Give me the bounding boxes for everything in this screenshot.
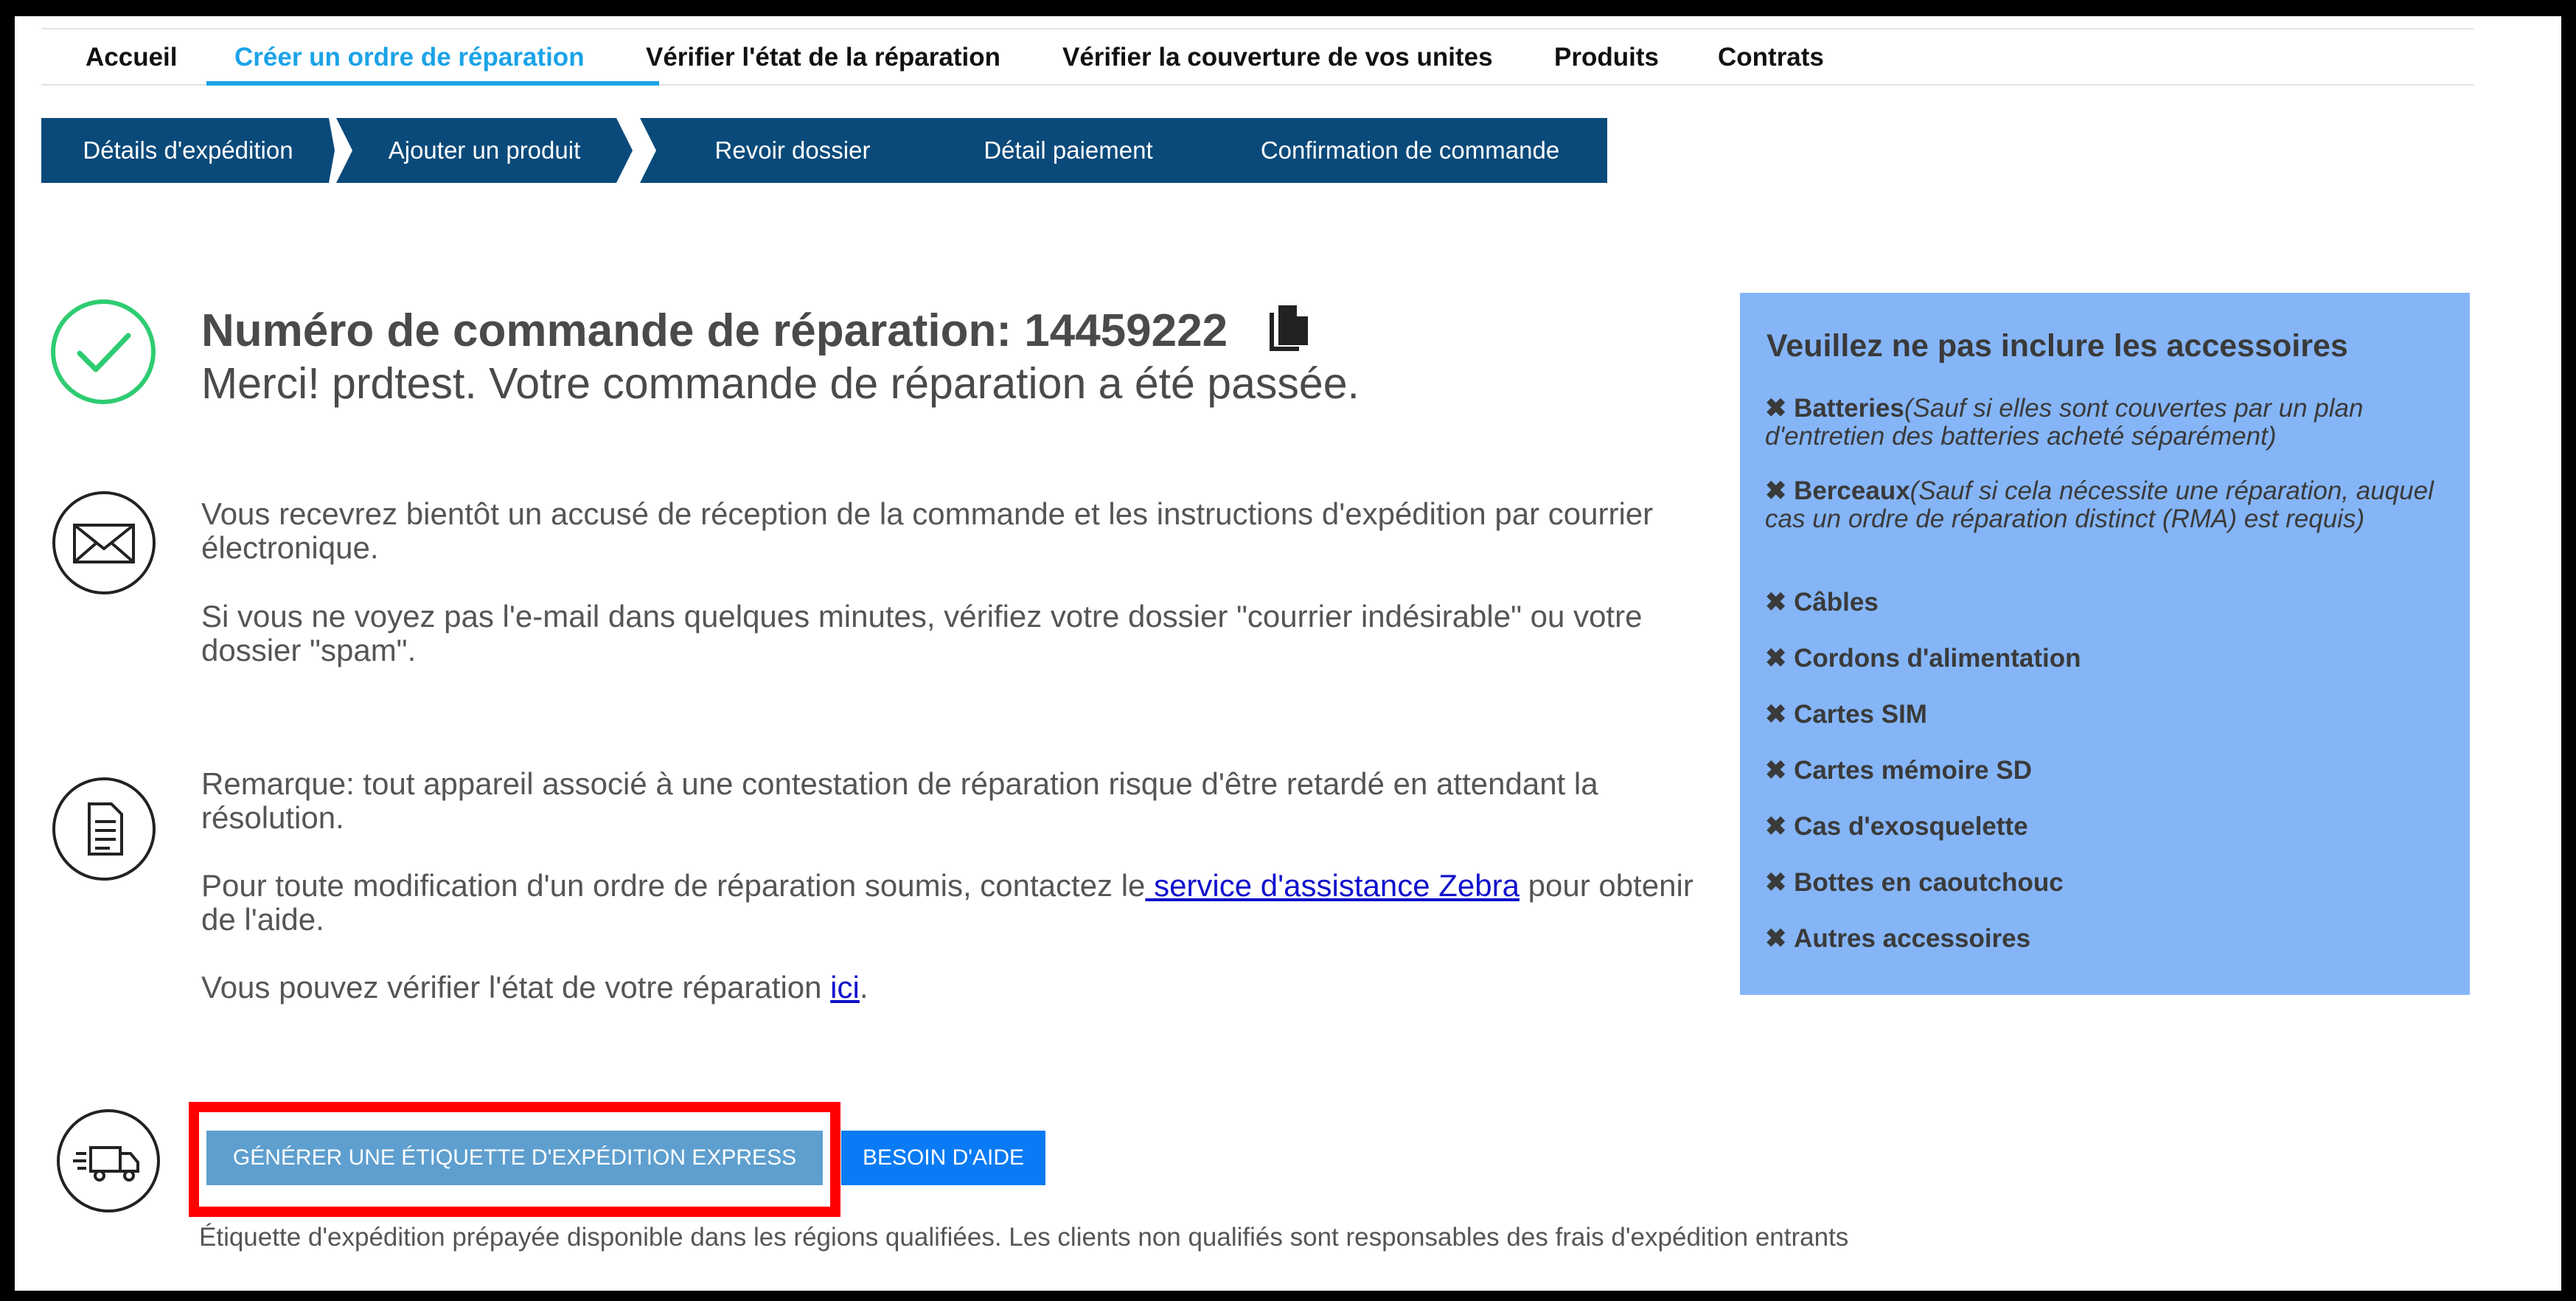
step-details-expedition: Détails d'expédition	[41, 118, 335, 183]
shipping-label-footnote: Étiquette d'expédition prépayée disponib…	[199, 1223, 1849, 1252]
check-circle-icon	[49, 297, 158, 406]
nav-creer-ordre[interactable]: Créer un ordre de réparation	[234, 30, 585, 86]
frame-left	[0, 0, 15, 1301]
step-label: Ajouter un produit	[388, 136, 581, 164]
checkout-stepper: Détails d'expédition Ajouter un produit …	[41, 118, 1607, 183]
step-label: Revoir dossier	[714, 136, 871, 164]
top-navigation: Accueil Créer un ordre de réparation Vér…	[41, 28, 2474, 86]
step-label: Détails d'expédition	[83, 136, 293, 164]
x-mark-icon: ✖	[1765, 868, 1787, 897]
accessory-item-autres: ✖ Autres accessoires	[1765, 925, 2443, 953]
order-thanks-message: Merci! prdtest. Votre commande de répara…	[201, 359, 1360, 408]
order-number-heading: Numéro de commande de réparation: 144592…	[201, 304, 1312, 364]
nav-contrats[interactable]: Contrats	[1718, 30, 1824, 86]
copy-icon[interactable]	[1265, 304, 1312, 364]
modify-note: Pour toute modification d'un ordre de ré…	[201, 869, 1735, 937]
nav-accueil[interactable]: Accueil	[86, 30, 178, 86]
delivery-truck-icon	[55, 1108, 161, 1214]
status-suffix: .	[859, 970, 868, 1005]
x-mark-icon: ✖	[1765, 394, 1787, 423]
accessory-item-bottes: ✖ Bottes en caoutchouc	[1765, 869, 2443, 897]
accessory-item-cartes-sd: ✖ Cartes mémoire SD	[1765, 757, 2443, 785]
spam-note: Si vous ne voyez pas l'e-mail dans quelq…	[201, 599, 1643, 667]
active-tab-underline	[206, 81, 659, 86]
nav-produits[interactable]: Produits	[1554, 30, 1659, 86]
step-label: Détail paiement	[984, 136, 1153, 164]
accessory-label: Cartes mémoire SD	[1794, 756, 2032, 785]
frame-right	[2561, 0, 2576, 1301]
frame-top	[0, 0, 2576, 16]
document-icon	[51, 776, 157, 882]
frame-bottom	[0, 1291, 2576, 1301]
step-confirmation-commande: Confirmation de commande	[1186, 118, 1607, 183]
x-mark-icon: ✖	[1765, 644, 1787, 673]
step-detail-paiement: Détail paiement	[906, 118, 1230, 183]
x-mark-icon: ✖	[1765, 812, 1787, 841]
accessory-label: Cartes SIM	[1794, 700, 1927, 729]
step-ajouter-produit: Ajouter un produit	[336, 118, 633, 183]
accessory-label: Batteries	[1794, 394, 1904, 423]
zebra-support-link[interactable]: service d'assistance Zebra	[1145, 868, 1520, 903]
accessory-label: Bottes en caoutchouc	[1794, 868, 2064, 897]
status-note: Vous pouvez vérifier l'état de votre rép…	[201, 971, 1735, 1005]
step-label: Confirmation de commande	[1260, 136, 1560, 164]
accessory-label: Cordons d'alimentation	[1794, 644, 2081, 673]
nav-verifier-couverture[interactable]: Vérifier la couverture de vos unites	[1062, 30, 1493, 86]
accessory-label: Cas d'exosquelette	[1794, 812, 2028, 841]
accessory-item-cables: ✖ Câbles	[1765, 589, 2443, 617]
need-help-button[interactable]: BESOIN D'AIDE	[841, 1131, 1045, 1185]
step-revoir-dossier: Revoir dossier	[640, 118, 945, 183]
x-mark-icon: ✖	[1765, 476, 1787, 505]
x-mark-icon: ✖	[1765, 924, 1787, 953]
red-highlight-box	[189, 1102, 840, 1217]
status-here-link[interactable]: ici	[830, 970, 860, 1005]
accessory-item-berceaux: ✖ Berceaux(Sauf si cela nécessite une ré…	[1765, 477, 2443, 533]
x-mark-icon: ✖	[1765, 756, 1787, 785]
order-number-text: Numéro de commande de réparation: 144592…	[201, 305, 1228, 356]
accessory-item-batteries: ✖ Batteries(Sauf si elles sont couvertes…	[1765, 395, 2443, 451]
modify-text: Pour toute modification d'un ordre de ré…	[201, 868, 1146, 903]
accessory-label: Berceaux	[1794, 476, 1910, 505]
accessory-item-cordons: ✖ Cordons d'alimentation	[1765, 645, 2443, 673]
status-text: Vous pouvez vérifier l'état de votre rép…	[201, 970, 831, 1005]
accessory-item-exosquelette: ✖ Cas d'exosquelette	[1765, 813, 2443, 841]
remark-note: Remarque: tout appareil associé à une co…	[201, 766, 1598, 835]
accessories-warning-panel: Veuillez ne pas inclure les accessoires …	[1740, 293, 2470, 995]
accessory-item-cartes-sim: ✖ Cartes SIM	[1765, 701, 2443, 729]
envelope-icon	[51, 490, 157, 596]
x-mark-icon: ✖	[1765, 588, 1787, 617]
nav-verifier-etat[interactable]: Vérifier l'état de la réparation	[646, 30, 1000, 86]
accessory-label: Autres accessoires	[1794, 924, 2031, 953]
x-mark-icon: ✖	[1765, 700, 1787, 729]
email-note: Vous recevrez bientôt un accusé de récep…	[201, 496, 1654, 565]
accessory-label: Câbles	[1794, 588, 1879, 617]
panel-title: Veuillez ne pas inclure les accessoires	[1766, 328, 2348, 364]
